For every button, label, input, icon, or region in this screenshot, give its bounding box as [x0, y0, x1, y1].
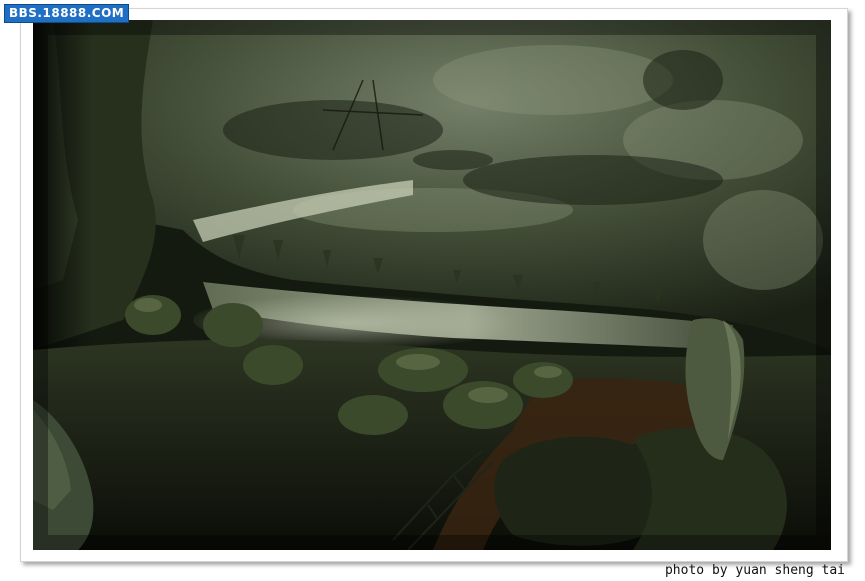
- site-watermark: BBS.18888.COM: [4, 4, 130, 23]
- cave-photograph: [33, 20, 831, 550]
- photo-credit: photo by yuan sheng tai: [664, 563, 845, 578]
- foreground-boulder: [494, 436, 664, 546]
